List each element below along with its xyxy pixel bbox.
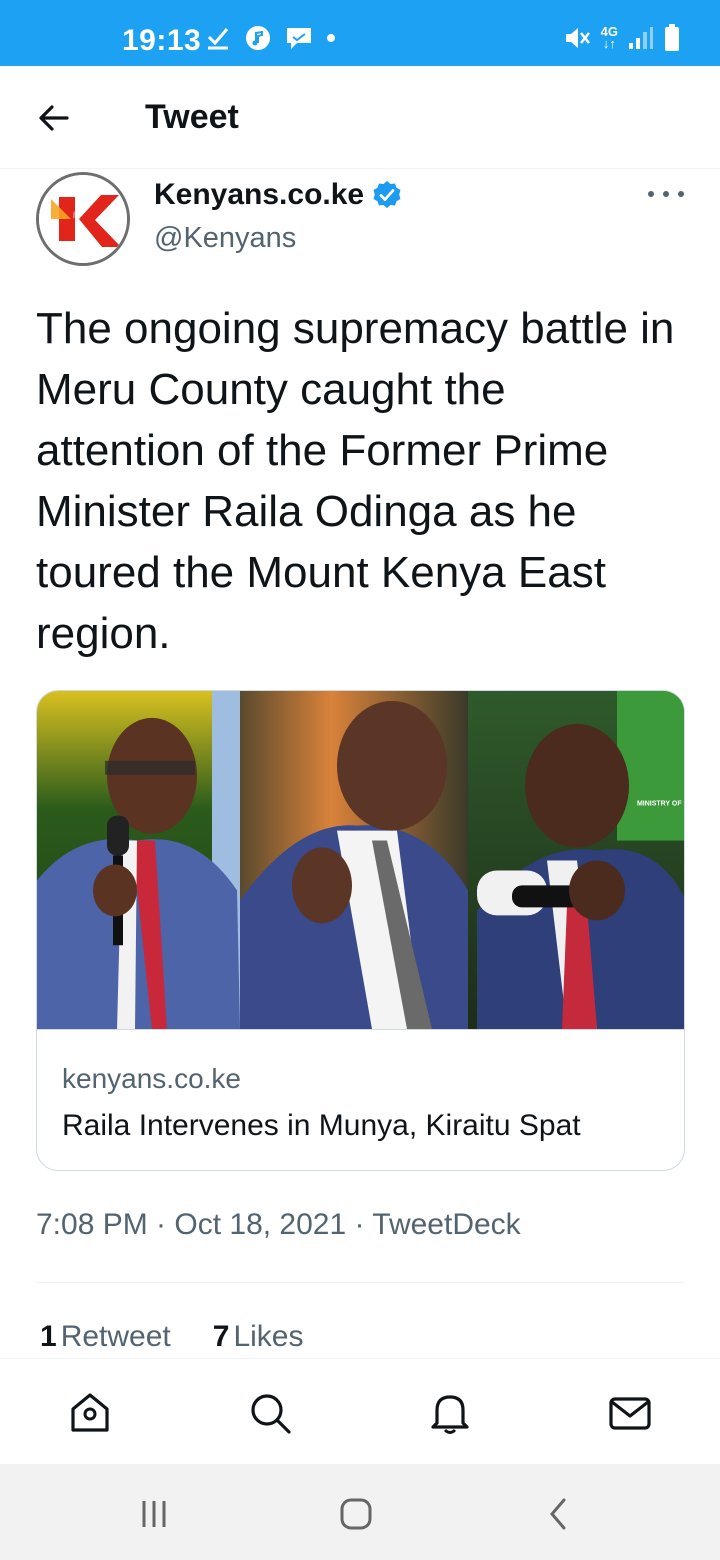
recent-apps-button[interactable] [132, 1492, 176, 1536]
card-title: Raila Intervenes in Munya, Kiraitu Spat [62, 1109, 581, 1142]
tweet-stats: 1 Retweet 7 Likes [40, 1320, 303, 1354]
music-icon [246, 26, 270, 50]
retweets-stat[interactable]: 1 Retweet [40, 1320, 171, 1354]
battery-icon [665, 24, 679, 51]
image-sign-text: MINISTRY OF LIVESTOCK, COOP [637, 801, 685, 808]
status-time: 19:13 [122, 24, 202, 57]
link-preview-card[interactable]: MINISTRY OF LIVESTOCK, COOP kenyans.co.k… [36, 690, 685, 1171]
card-domain: kenyans.co.ke [62, 1063, 241, 1094]
likes-count: 7 [212, 1320, 230, 1353]
recent-apps-icon [142, 1501, 166, 1527]
more-options-button[interactable] [648, 184, 684, 204]
kenyans-logo-icon [39, 175, 127, 263]
author-handle[interactable]: @Kenyans [154, 222, 296, 255]
tweet-header: Kenyans.co.ke @Kenyans [0, 170, 720, 280]
home-circle-icon [340, 1498, 372, 1530]
bottom-navigation [0, 1358, 720, 1464]
verified-badge-icon [373, 181, 401, 208]
tweet-timestamp[interactable]: 7:08 PM · Oct 18, 2021 · TweetDeck [36, 1208, 521, 1242]
retweets-count: 1 [40, 1320, 57, 1353]
page-title: Tweet [145, 98, 239, 136]
download-done-icon [207, 28, 229, 50]
author-avatar[interactable] [36, 172, 130, 266]
likes-stat[interactable]: 7 Likes [213, 1320, 304, 1354]
mute-icon [565, 28, 590, 48]
more-icon [648, 191, 654, 197]
arrow-left-icon [39, 105, 69, 131]
messages-icon [609, 1397, 651, 1430]
nav-messages-button[interactable] [606, 1389, 654, 1437]
data-arrows-icon: ↓↑ [602, 36, 616, 51]
home-icon [71, 1393, 109, 1432]
notifications-icon [431, 1395, 469, 1434]
chat-icon [287, 28, 311, 49]
top-app-bar: Tweet [0, 66, 720, 169]
status-bar: 19:13 4G ↓↑ [0, 0, 720, 66]
tweet-text: The ongoing supremacy battle in Meru Cou… [36, 304, 675, 658]
author-name: Kenyans.co.ke [154, 178, 365, 211]
search-icon [251, 1394, 291, 1434]
home-system-button[interactable] [334, 1492, 378, 1536]
card-image: MINISTRY OF LIVESTOCK, COOP [37, 691, 685, 1030]
retweets-label: Retweet [60, 1320, 171, 1353]
network-indicator: 4G ↓↑ [600, 24, 618, 51]
signal-icon [629, 27, 653, 49]
author-name-row[interactable]: Kenyans.co.ke [154, 178, 402, 212]
nav-search-button[interactable] [246, 1389, 294, 1437]
nav-home-button[interactable] [66, 1389, 114, 1437]
chevron-left-icon [550, 1498, 566, 1530]
back-button[interactable] [32, 96, 76, 140]
nav-notifications-button[interactable] [426, 1389, 474, 1437]
status-system-icons: 4G ↓↑ [563, 24, 680, 52]
system-navigation-bar [0, 1464, 720, 1560]
more-notifications-dot [327, 34, 335, 42]
divider [36, 1282, 685, 1283]
likes-label: Likes [233, 1320, 304, 1353]
status-notification-icons [205, 25, 335, 51]
back-system-button[interactable] [536, 1492, 580, 1536]
